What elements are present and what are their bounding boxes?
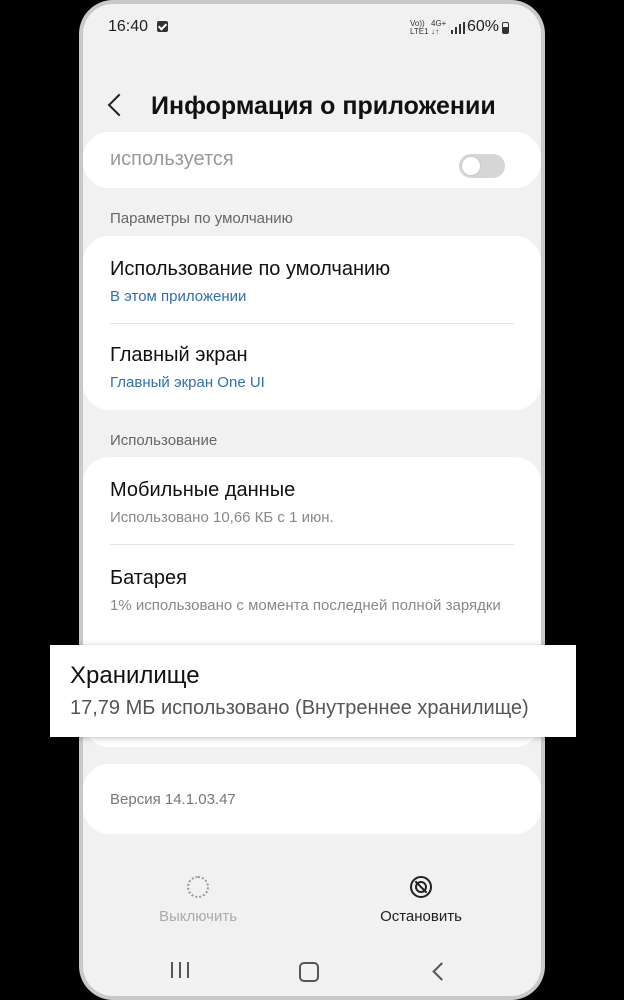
item-subtitle: Главный экран One UI <box>110 374 265 391</box>
signal-icon <box>451 22 465 34</box>
screen: 16:40 Vo)) LTE1 4G+ ↓↑ 60% Информация о … <box>83 4 541 996</box>
battery-percent: 60% <box>467 18 500 35</box>
divider <box>110 323 514 324</box>
network-bottom: ↓↑ <box>431 27 439 36</box>
recents-icon[interactable] <box>171 962 189 978</box>
toggle-switch-icon[interactable] <box>459 154 505 178</box>
force-stop-button[interactable]: Остановить <box>341 876 501 925</box>
version-card: Версия 14.1.03.47 <box>83 764 541 834</box>
volte-indicator: Vo)) LTE1 <box>410 20 429 36</box>
version-text: Версия 14.1.03.47 <box>110 791 236 808</box>
stop-icon <box>410 876 432 898</box>
defaults-card: Использование по умолчанию В этом прилож… <box>83 236 541 410</box>
list-item-battery[interactable]: Батарея 1% использовано с момента послед… <box>110 567 514 615</box>
list-item-mobile-data[interactable]: Мобильные данные Использовано 10,66 КБ с… <box>110 479 514 527</box>
back-icon[interactable] <box>107 93 131 117</box>
section-label-usage: Использование <box>110 432 218 449</box>
stop-label: Остановить <box>380 908 462 925</box>
item-title: Мобильные данные <box>110 479 296 501</box>
item-title: Главный экран <box>110 344 248 366</box>
item-title: Батарея <box>110 567 187 589</box>
system-nav-bar <box>83 949 541 989</box>
notification-check-icon <box>157 21 168 32</box>
section-label-defaults: Параметры по умолчанию <box>110 210 293 227</box>
item-subtitle: В этом приложении <box>110 288 247 305</box>
disable-icon <box>187 876 209 898</box>
partial-item-text: используется <box>110 148 234 170</box>
item-title: Использование по умолчанию <box>110 258 391 280</box>
list-item-default-usage[interactable]: Использование по умолчанию В этом прилож… <box>110 258 514 306</box>
status-time: 16:40 <box>108 18 149 35</box>
page-title: Информация о приложении <box>151 92 496 120</box>
disable-button[interactable]: Выключить <box>118 876 278 925</box>
divider <box>110 544 514 545</box>
storage-highlight-item[interactable]: Хранилище 17,79 МБ использовано (Внутрен… <box>50 645 576 737</box>
nav-back-icon[interactable] <box>432 962 451 981</box>
list-item-home-screen[interactable]: Главный экран Главный экран One UI <box>110 344 514 392</box>
volte-bottom: LTE1 <box>410 27 429 36</box>
network-indicator: 4G+ ↓↑ <box>431 20 446 36</box>
bottom-actions: Выключить Остановить <box>83 864 541 944</box>
item-subtitle: 1% использовано с момента последней полн… <box>110 597 501 614</box>
battery-icon <box>502 22 509 34</box>
home-icon[interactable] <box>299 962 319 982</box>
disable-label: Выключить <box>158 908 238 925</box>
partial-item[interactable]: используется <box>110 148 514 178</box>
storage-title: Хранилище <box>70 662 200 689</box>
top-card: используется <box>83 132 541 188</box>
status-bar: 16:40 Vo)) LTE1 4G+ ↓↑ 60% <box>83 4 541 50</box>
storage-subtitle: 17,79 МБ использовано (Внутреннее хранил… <box>70 697 529 719</box>
item-subtitle: Использовано 10,66 КБ с 1 июн. <box>110 509 334 526</box>
